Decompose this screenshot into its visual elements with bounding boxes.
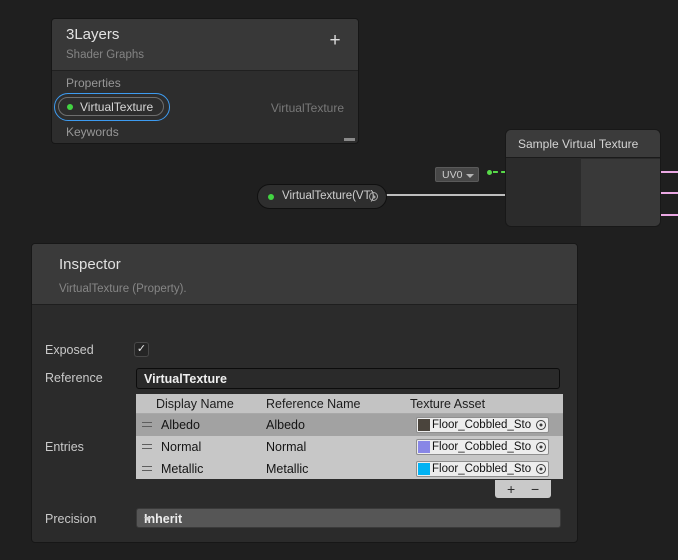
exposed-label: Exposed — [45, 343, 94, 357]
node-output-column — [581, 159, 660, 226]
property-node-label: VirtualTexture(VT) — [282, 190, 374, 202]
wire-vt[interactable] — [378, 194, 507, 196]
chevron-down-icon — [466, 174, 474, 178]
inspector-header[interactable]: Inspector VirtualTexture (Property). — [32, 244, 577, 305]
property-node-virtualtexture[interactable]: VirtualTexture(VT) — [257, 184, 387, 209]
blackboard-property-pill[interactable]: VirtualTexture — [58, 97, 164, 116]
node-title: Sample Virtual Texture — [518, 137, 638, 151]
keywords-section-label: Keywords — [66, 125, 119, 139]
drag-handle-icon[interactable] — [142, 444, 152, 449]
texture-swatch — [418, 441, 430, 453]
table-row-albedo[interactable]: Albedo Albedo Floor_Cobbled_Sto — [136, 414, 563, 436]
reference-name-cell[interactable]: Normal — [266, 440, 306, 454]
drag-handle-icon[interactable] — [142, 466, 152, 471]
node-header[interactable]: Sample Virtual Texture — [506, 130, 660, 158]
display-name-cell[interactable]: Albedo — [161, 418, 200, 432]
texture-asset-name: Floor_Cobbled_Sto — [432, 419, 535, 431]
column-display-name: Display Name — [156, 397, 234, 411]
exposed-dot-icon — [67, 104, 73, 110]
inspector-subtitle: VirtualTexture (Property). — [59, 283, 187, 295]
inspector-title: Inspector — [59, 256, 121, 273]
property-pill-label: VirtualTexture — [80, 100, 153, 114]
checkmark-icon: ✓ — [137, 343, 146, 355]
shader-graph-window: 3Layers Shader Graphs + Properties Virtu… — [0, 0, 678, 560]
blackboard-subtitle: Shader Graphs — [66, 49, 144, 61]
precision-dropdown[interactable]: Inherit — [136, 508, 561, 528]
display-name-cell[interactable]: Normal — [161, 440, 201, 454]
drag-handle-icon[interactable] — [142, 422, 152, 427]
texture-swatch — [418, 419, 430, 431]
texture-swatch — [418, 463, 430, 475]
exposed-dot-icon — [268, 194, 274, 200]
entries-table[interactable]: Display Name Reference Name Texture Asse… — [136, 394, 563, 479]
display-name-cell[interactable]: Metallic — [161, 462, 203, 476]
reference-input[interactable]: VirtualTexture — [136, 368, 560, 389]
chevron-down-icon — [144, 517, 152, 521]
blackboard-header[interactable]: 3Layers Shader Graphs + — [52, 19, 358, 71]
property-selection-ring: VirtualTexture — [54, 93, 170, 121]
object-picker-icon[interactable] — [536, 464, 546, 474]
column-texture-asset: Texture Asset — [410, 397, 485, 411]
inspector-panel[interactable]: Inspector VirtualTexture (Property). Exp… — [31, 243, 578, 543]
texture-asset-field[interactable]: Floor_Cobbled_Sto — [416, 439, 549, 455]
entries-list-footer: + − — [495, 480, 551, 498]
texture-asset-field[interactable]: Floor_Cobbled_Sto — [416, 417, 549, 433]
exposed-checkbox[interactable]: ✓ — [134, 342, 149, 357]
reference-name-cell[interactable]: Albedo — [266, 418, 305, 432]
object-picker-icon[interactable] — [536, 442, 546, 452]
reference-value: VirtualTexture — [144, 372, 227, 386]
texture-asset-field[interactable]: Floor_Cobbled_Sto — [416, 461, 549, 477]
table-row-normal[interactable]: Normal Normal Floor_Cobbled_Sto — [136, 436, 563, 458]
property-output-port[interactable] — [369, 192, 378, 201]
entries-table-header: Display Name Reference Name Texture Asse… — [136, 394, 563, 414]
add-entry-button[interactable]: + — [507, 480, 515, 498]
reference-name-cell[interactable]: Metallic — [266, 462, 308, 476]
add-property-button[interactable]: + — [324, 30, 346, 52]
properties-section-label: Properties — [66, 76, 121, 90]
node-sample-virtual-texture[interactable]: Sample Virtual Texture UV(2) VT(VT) Out(… — [505, 129, 661, 227]
uv-channel-value: UV0 — [442, 169, 462, 181]
entries-label: Entries — [45, 440, 84, 454]
blackboard-panel[interactable]: 3Layers Shader Graphs + Properties Virtu… — [51, 18, 359, 144]
precision-label: Precision — [45, 512, 96, 526]
resize-handle[interactable] — [344, 138, 355, 141]
reference-label: Reference — [45, 371, 103, 385]
property-type-label: VirtualTexture — [271, 101, 344, 115]
uv-default-dot-icon — [487, 170, 492, 175]
uv-channel-dropdown[interactable]: UV0 — [435, 167, 479, 182]
object-picker-icon[interactable] — [536, 420, 546, 430]
remove-entry-button[interactable]: − — [531, 480, 539, 498]
column-reference-name: Reference Name — [266, 397, 361, 411]
texture-asset-name: Floor_Cobbled_Sto — [432, 463, 535, 475]
table-row-metallic[interactable]: Metallic Metallic Floor_Cobbled_Sto — [136, 458, 563, 480]
blackboard-title: 3Layers — [66, 26, 119, 43]
texture-asset-name: Floor_Cobbled_Sto — [432, 441, 535, 453]
